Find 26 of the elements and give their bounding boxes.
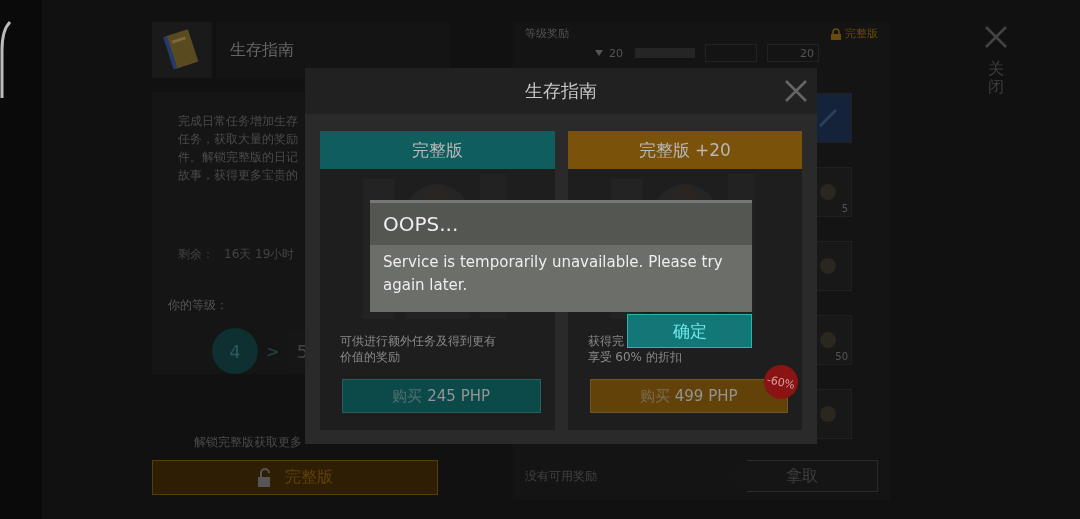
guide-title: 生存指南 <box>230 39 294 61</box>
plan-header: 完整版 +20 <box>567 131 802 169</box>
confirm-button[interactable]: 确定 <box>627 314 752 348</box>
alert-title: OOPS... <box>383 212 459 236</box>
item-count: 5 <box>841 203 848 214</box>
plan-description: 可供进行额外任务及得到更有 <box>340 333 496 349</box>
level-arrow: > <box>266 341 280 361</box>
marker-icon <box>595 50 603 56</box>
reward-slot: 20 <box>767 44 819 62</box>
phone-edge-icon <box>0 20 12 100</box>
plan-description: 享受 60% 的折扣 <box>587 349 682 365</box>
level-count: 20 <box>609 46 623 60</box>
level-label: 你的等级： <box>168 297 229 314</box>
item-count: 50 <box>835 351 848 362</box>
close-icon[interactable] <box>985 26 1007 48</box>
modal-title: 生存指南 <box>525 79 597 103</box>
unlocked-padlock-icon <box>257 467 273 488</box>
plan-description: 价值的奖励 <box>340 349 400 365</box>
blade-icon <box>818 108 838 128</box>
alert-message: Service is temporarily unavailable. Please try again later. <box>383 253 723 294</box>
locked-label: 完整版 <box>845 26 878 41</box>
plan-description: 获得完 <box>587 333 624 349</box>
plan-header: 完整版 <box>320 131 555 169</box>
close-icon[interactable] <box>785 80 807 102</box>
padlock-icon <box>831 27 841 40</box>
buy-button[interactable]: 购买 245 PHP <box>342 379 541 413</box>
